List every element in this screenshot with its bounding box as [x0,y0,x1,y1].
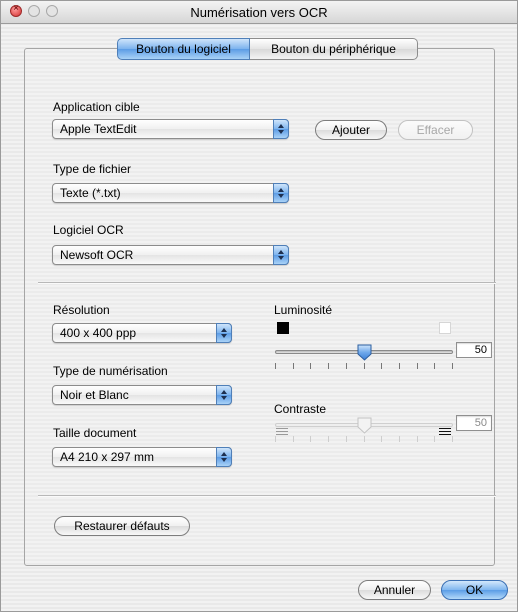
tick-mark [417,363,418,369]
ocr-software-select[interactable]: Newsoft OCR [52,245,289,265]
resolution-label: Résolution [53,303,110,317]
tick-mark [381,436,382,442]
chevron-updown-icon [216,447,232,467]
scan-type-value: Noir et Blanc [60,388,129,402]
restore-defaults-button[interactable]: Restaurer défauts [54,516,190,536]
chevron-updown-icon [216,385,232,405]
tick-mark [452,436,453,442]
file-type-value: Texte (*.txt) [60,186,121,200]
file-type-select[interactable]: Texte (*.txt) [52,183,289,203]
tick-mark [381,363,382,369]
tick-mark [293,363,294,369]
cancel-button[interactable]: Annuler [358,580,431,600]
tick-mark [275,436,276,442]
tick-mark [328,363,329,369]
white-square-icon [439,322,451,334]
chevron-updown-icon [273,119,289,139]
tick-mark [293,436,294,442]
ocr-software-value: Newsoft OCR [60,248,134,262]
separator [38,282,496,284]
scan-type-select[interactable]: Noir et Blanc [52,385,232,405]
black-square-icon [277,322,289,334]
add-button[interactable]: Ajouter [315,120,387,140]
tick-mark [399,436,400,442]
document-size-value: A4 210 x 297 mm [60,450,155,464]
title-bar[interactable]: × Numérisation vers OCR [1,1,517,24]
brightness-value-field[interactable]: 50 [456,342,492,358]
brightness-tick-marks [275,363,453,369]
tick-mark [364,363,365,369]
tab-bar: Bouton du logiciel Bouton du périphériqu… [117,38,418,60]
tick-mark [310,363,311,369]
window-title: Numérisation vers OCR [190,5,328,20]
tick-mark [417,436,418,442]
tab-software-button[interactable]: Bouton du logiciel [117,38,250,60]
contrast-value-field[interactable]: 50 [456,415,492,431]
tab-device-button[interactable]: Bouton du périphérique [250,38,418,60]
tick-mark [328,436,329,442]
tick-mark [434,363,435,369]
scan-type-label: Type de numérisation [53,364,168,378]
tick-mark [275,363,276,369]
ocr-software-label: Logiciel OCR [53,223,124,237]
delete-button[interactable]: Effacer [398,120,473,140]
tick-mark [346,436,347,442]
document-size-select[interactable]: A4 210 x 297 mm [52,447,232,467]
contrast-slider-thumb[interactable] [357,417,372,434]
tick-mark [346,363,347,369]
document-size-label: Taille document [53,426,137,440]
contrast-label: Contraste [274,402,327,416]
brightness-slider-thumb[interactable] [357,344,372,361]
tick-mark [310,436,311,442]
target-app-select[interactable]: Apple TextEdit [52,119,289,139]
resolution-value: 400 x 400 ppp [60,326,137,340]
tick-mark [452,363,453,369]
chevron-updown-icon [273,183,289,203]
separator [38,495,496,497]
tick-mark [399,363,400,369]
file-type-label: Type de fichier [53,162,132,176]
target-app-value: Apple TextEdit [60,122,137,136]
tick-mark [364,436,365,442]
ok-button[interactable]: OK [441,580,508,600]
brightness-label: Luminosité [274,303,333,317]
tick-mark [434,436,435,442]
dialog-window: × Numérisation vers OCR Bouton du logici… [0,0,518,612]
chevron-updown-icon [273,245,289,265]
resolution-select[interactable]: 400 x 400 ppp [52,323,232,343]
target-app-label: Application cible [53,100,140,114]
contrast-tick-marks [275,436,453,442]
chevron-updown-icon [216,323,232,343]
